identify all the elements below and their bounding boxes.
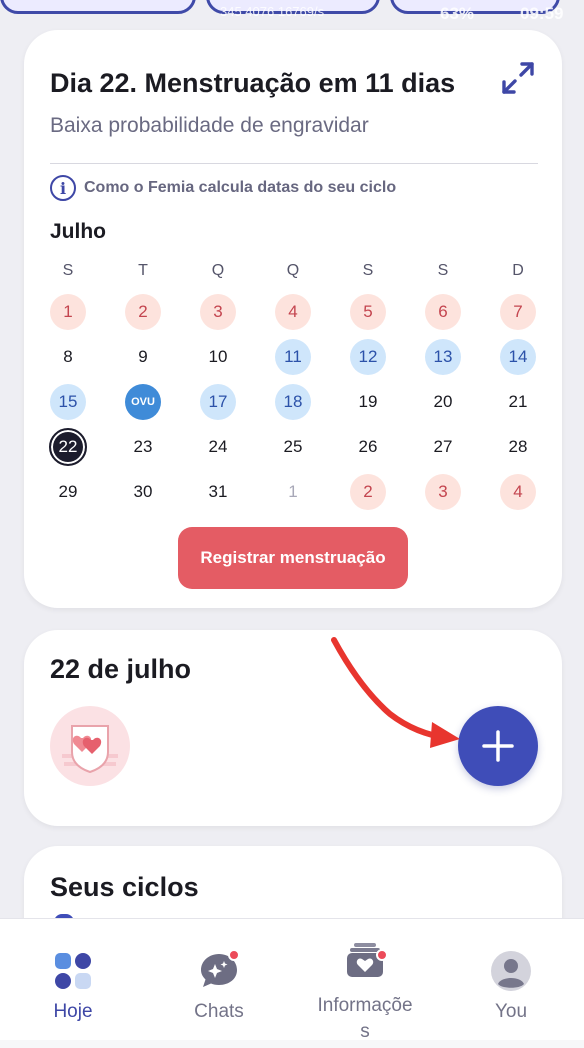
calendar-day[interactable]: 18 bbox=[275, 384, 311, 420]
calendar-day[interactable]: 29 bbox=[50, 474, 86, 510]
calendar-day-ovulation[interactable]: OVU bbox=[125, 384, 161, 420]
weekday-label: Q bbox=[211, 262, 225, 279]
weekday-label: S bbox=[62, 262, 74, 279]
cycles-title: Seus ciclos bbox=[50, 872, 199, 902]
status-time: 09:59 bbox=[520, 4, 564, 23]
calendar-day[interactable]: 2 bbox=[350, 474, 386, 510]
calendar-day[interactable]: 12 bbox=[350, 339, 386, 375]
home-indicator bbox=[0, 1040, 584, 1048]
cycle-subtitle: Baixa probabilidade de engravidar bbox=[50, 114, 369, 137]
calendar-day[interactable]: 9 bbox=[125, 339, 161, 375]
status-carrier: 345 4076 16769/s bbox=[220, 4, 325, 19]
nav-item-informacoes[interactable]: Informaçõe s bbox=[292, 919, 438, 1042]
nav-label-informacoes: Informaçõe s bbox=[317, 995, 413, 1042]
calendar-day[interactable]: 19 bbox=[350, 384, 386, 420]
status-bar: 345 4076 16769/s 63% 09:59 bbox=[0, 0, 584, 26]
calendar-day[interactable]: 1 bbox=[275, 474, 311, 510]
weekday-label: S bbox=[362, 262, 374, 279]
calendar-day[interactable]: 31 bbox=[200, 474, 236, 510]
cycle-card: Dia 22. Menstruação em 11 dias Baixa pro… bbox=[24, 30, 562, 608]
calendar-day[interactable]: 3 bbox=[425, 474, 461, 510]
status-row: 345 4076 16769/s 63% 09:59 bbox=[0, 4, 584, 24]
home-grid-icon bbox=[55, 953, 91, 989]
calendar-day[interactable]: 4 bbox=[275, 294, 311, 330]
calendar-day[interactable]: 25 bbox=[275, 429, 311, 465]
nav-item-chats[interactable]: Chats bbox=[146, 919, 292, 1037]
info-link-label: Como o Femia calcula datas do seu ciclo bbox=[84, 179, 397, 196]
nav-label-you: You bbox=[494, 1001, 528, 1022]
day-title: 22 de julho bbox=[50, 654, 192, 684]
calendar-day[interactable]: 11 bbox=[275, 339, 311, 375]
calendar-day[interactable]: 20 bbox=[425, 384, 461, 420]
cycle-title: Dia 22. Menstruação em 11 dias bbox=[50, 68, 456, 98]
calendar-day[interactable]: 1 bbox=[50, 294, 86, 330]
calendar-day[interactable]: 26 bbox=[350, 429, 386, 465]
calendar-day[interactable]: 15 bbox=[50, 384, 86, 420]
profile-icon bbox=[491, 951, 531, 991]
hearts-badge-icon[interactable] bbox=[50, 706, 130, 786]
calendar-day[interactable]: 5 bbox=[350, 294, 386, 330]
plus-icon bbox=[482, 730, 514, 762]
calendar-day[interactable]: 13 bbox=[425, 339, 461, 375]
weekday-label: D bbox=[512, 262, 524, 279]
info-cards-icon bbox=[347, 943, 387, 977]
calendar-day[interactable]: 10 bbox=[200, 339, 236, 375]
annotation-arrow-icon bbox=[331, 637, 460, 748]
day-card: 22 de julho bbox=[24, 630, 562, 826]
weekday-label: Q bbox=[286, 262, 300, 279]
add-entry-button[interactable] bbox=[458, 706, 538, 786]
calendar-day[interactable]: 24 bbox=[200, 429, 236, 465]
nav-item-hoje[interactable]: Hoje bbox=[0, 919, 146, 1037]
status-battery: 63% bbox=[440, 4, 475, 23]
weekday-label: T bbox=[138, 262, 148, 279]
nav-label-hoje: Hoje bbox=[53, 1001, 93, 1022]
calendar-day[interactable]: 23 bbox=[125, 429, 161, 465]
calendar-day[interactable]: 14 bbox=[500, 339, 536, 375]
register-period-button[interactable]: Registrar menstruação bbox=[178, 527, 408, 589]
nav-item-you[interactable]: You bbox=[438, 919, 584, 1037]
calendar-day[interactable]: 17 bbox=[200, 384, 236, 420]
calendar-day[interactable]: 28 bbox=[500, 429, 536, 465]
divider bbox=[50, 163, 538, 164]
calendar-day[interactable]: 2 bbox=[125, 294, 161, 330]
expand-icon[interactable] bbox=[498, 58, 538, 98]
calendar-day[interactable]: 3 bbox=[200, 294, 236, 330]
nav-label-chats: Chats bbox=[194, 1001, 244, 1022]
calendar-day[interactable]: 7 bbox=[500, 294, 536, 330]
calendar-day[interactable]: 27 bbox=[425, 429, 461, 465]
calendar-day[interactable]: 8 bbox=[50, 339, 86, 375]
month-label: Julho bbox=[50, 220, 106, 243]
calendar-day[interactable]: 30 bbox=[125, 474, 161, 510]
calendar-day[interactable]: 21 bbox=[500, 384, 536, 420]
calendar-day[interactable]: 4 bbox=[500, 474, 536, 510]
bottom-nav: Hoje Chats Informaçõe s You bbox=[0, 918, 584, 1048]
calendar-day-today[interactable]: 22 bbox=[49, 428, 87, 466]
info-link[interactable]: i Como o Femia calcula datas do seu cicl… bbox=[50, 175, 396, 201]
weekday-label: S bbox=[437, 262, 449, 279]
calendar-day[interactable]: 6 bbox=[425, 294, 461, 330]
chat-bubble-icon bbox=[201, 949, 240, 987]
info-icon: i bbox=[50, 175, 76, 201]
